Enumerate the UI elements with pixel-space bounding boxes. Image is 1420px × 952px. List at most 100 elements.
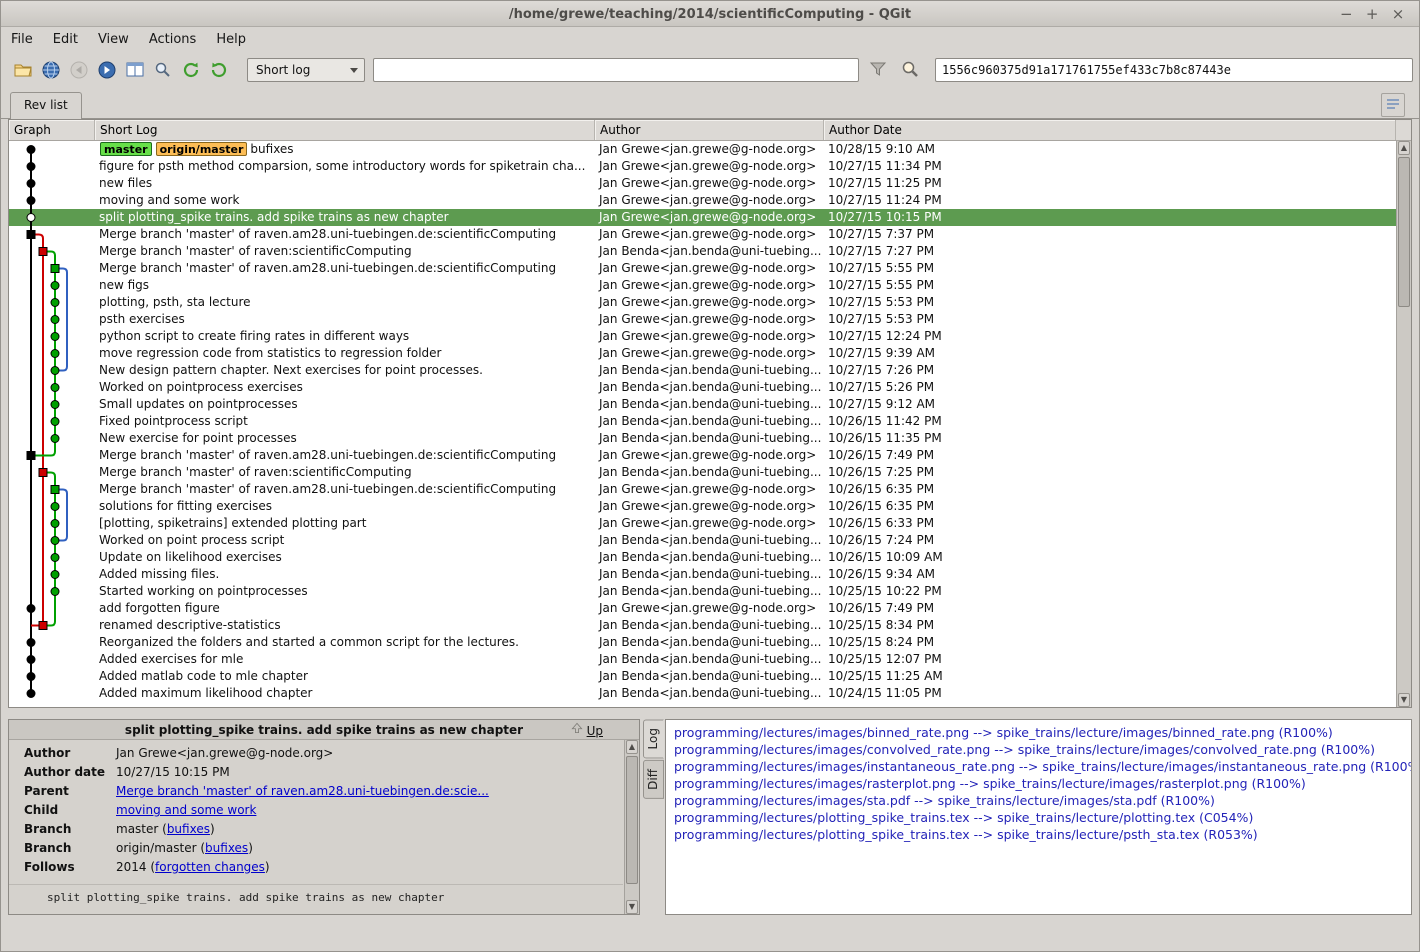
commit-author: Jan Benda<jan.benda@uni-tuebing...: [595, 566, 824, 583]
commit-row[interactable]: Added exercises for mleJan Benda<jan.ben…: [9, 651, 1396, 668]
menu-edit[interactable]: Edit: [43, 28, 88, 51]
commit-row[interactable]: plotting, psth, sta lectureJan Grewe<jan…: [9, 294, 1396, 311]
menu-view[interactable]: View: [88, 28, 139, 51]
column-header-author[interactable]: Author: [595, 120, 824, 140]
commit-row[interactable]: New exercise for point processesJan Bend…: [9, 430, 1396, 447]
rev-list-scrollbar[interactable]: ▲ ▼: [1396, 141, 1411, 707]
commit-row[interactable]: Merge branch 'master' of raven.am28.uni-…: [9, 260, 1396, 277]
graph-cell: [9, 192, 95, 209]
file-rename-line[interactable]: programming/lectures/images/rasterplot.p…: [666, 775, 1411, 792]
maximize-button[interactable]: +: [1361, 1, 1383, 27]
menu-file[interactable]: File: [1, 28, 43, 51]
column-header-graph[interactable]: Graph: [9, 120, 95, 140]
commit-row[interactable]: Added matlab code to mle chapterJan Bend…: [9, 668, 1396, 685]
up-button[interactable]: Up: [570, 721, 603, 741]
graph-cell: [9, 515, 95, 532]
commit-row[interactable]: python script to create firing rates in …: [9, 328, 1396, 345]
commit-subject: psth exercises: [95, 311, 595, 328]
commit-subject: Added maximum likelihood chapter: [95, 685, 595, 702]
close-button[interactable]: ×: [1387, 1, 1409, 27]
menu-actions[interactable]: Actions: [139, 28, 207, 51]
scroll-up-icon[interactable]: ▲: [626, 740, 638, 754]
graph-cell: [9, 600, 95, 617]
filter-toggle-button[interactable]: [865, 57, 891, 83]
commit-row[interactable]: Merge branch 'master' of raven:scientifi…: [9, 464, 1396, 481]
graph-cell: [9, 430, 95, 447]
highlight-search-button[interactable]: [897, 57, 923, 83]
commit-row[interactable]: renamed descriptive-statisticsJan Benda<…: [9, 617, 1396, 634]
newer-revisions-button[interactable]: [93, 56, 121, 84]
commit-row[interactable]: Update on likelihood exercisesJan Benda<…: [9, 549, 1396, 566]
branch-link[interactable]: bufixes: [167, 822, 210, 836]
vtab-log[interactable]: Log: [643, 719, 664, 758]
scrollbar-thumb[interactable]: [1398, 157, 1410, 307]
commit-row[interactable]: Merge branch 'master' of raven.am28.uni-…: [9, 481, 1396, 498]
refresh-button[interactable]: [177, 56, 205, 84]
commit-row[interactable]: Small updates on pointprocessesJan Benda…: [9, 396, 1396, 413]
graph-cell: [9, 379, 95, 396]
web-browse-button[interactable]: [37, 56, 65, 84]
commit-row[interactable]: Fixed pointprocess scriptJan Benda<jan.b…: [9, 413, 1396, 430]
follows-link[interactable]: forgotten changes: [155, 860, 265, 874]
commit-subject: Worked on point process script: [95, 532, 595, 549]
commit-author: Jan Grewe<jan.grewe@g-node.org>: [595, 481, 824, 498]
commit-row[interactable]: Merge branch 'master' of raven.am28.uni-…: [9, 447, 1396, 464]
lens-button[interactable]: [149, 56, 177, 84]
reload-button[interactable]: [205, 56, 233, 84]
up-button-label[interactable]: Up: [587, 721, 603, 741]
file-rename-line[interactable]: programming/lectures/images/binned_rate.…: [666, 724, 1411, 741]
commit-row[interactable]: moving and some workJan Grewe<jan.grewe@…: [9, 192, 1396, 209]
commit-row[interactable]: Merge branch 'master' of raven.am28.uni-…: [9, 226, 1396, 243]
commit-author: Jan Grewe<jan.grewe@g-node.org>: [595, 175, 824, 192]
file-rename-line[interactable]: programming/lectures/images/instantaneou…: [666, 758, 1411, 775]
commit-row[interactable]: solutions for fitting exercisesJan Grewe…: [9, 498, 1396, 515]
toggle-view-button[interactable]: [121, 56, 149, 84]
commit-row[interactable]: masterorigin/masterbufixesJan Grewe<jan.…: [9, 141, 1396, 158]
commit-row[interactable]: figure for psth method comparsion, some …: [9, 158, 1396, 175]
minimize-button[interactable]: −: [1335, 1, 1357, 27]
branch-link[interactable]: bufixes: [205, 841, 248, 855]
commit-row[interactable]: new figsJan Grewe<jan.grewe@g-node.org>1…: [9, 277, 1396, 294]
commit-details-header: split plotting_spike trains. add spike t…: [9, 720, 639, 740]
scrollbar-thumb[interactable]: [626, 756, 638, 884]
older-revisions-button[interactable]: [65, 56, 93, 84]
commit-row[interactable]: Worked on point process scriptJan Benda<…: [9, 532, 1396, 549]
commit-row[interactable]: New design pattern chapter. Next exercis…: [9, 362, 1396, 379]
list-options-button[interactable]: [1381, 93, 1405, 117]
commit-row[interactable]: Worked on pointprocess exercisesJan Bend…: [9, 379, 1396, 396]
commit-row[interactable]: new filesJan Grewe<jan.grewe@g-node.org>…: [9, 175, 1396, 192]
vtab-diff[interactable]: Diff: [643, 760, 664, 799]
file-rename-line[interactable]: programming/lectures/images/sta.pdf --> …: [666, 792, 1411, 809]
open-repository-button[interactable]: [9, 56, 37, 84]
sha-input[interactable]: [935, 58, 1413, 82]
commit-row[interactable]: Reorganized the folders and started a co…: [9, 634, 1396, 651]
detail-value: Jan Grewe<jan.grewe@g-node.org>: [116, 746, 333, 760]
commit-row[interactable]: Merge branch 'master' of raven:scientifi…: [9, 243, 1396, 260]
column-header-short-log[interactable]: Short Log: [95, 120, 595, 140]
commit-row[interactable]: psth exercisesJan Grewe<jan.grewe@g-node…: [9, 311, 1396, 328]
commit-row[interactable]: Started working on pointprocessesJan Ben…: [9, 583, 1396, 600]
parent-link[interactable]: Merge branch 'master' of raven.am28.uni-…: [116, 784, 489, 798]
scroll-up-icon[interactable]: ▲: [1398, 141, 1410, 155]
file-rename-line[interactable]: programming/lectures/images/convolved_ra…: [666, 741, 1411, 758]
log-view-value: Short log: [256, 63, 310, 77]
menu-help[interactable]: Help: [206, 28, 256, 51]
filter-input[interactable]: [373, 58, 859, 82]
scroll-down-icon[interactable]: ▼: [1398, 693, 1410, 707]
log-view-select[interactable]: Short log: [247, 58, 365, 82]
file-rename-line[interactable]: programming/lectures/plotting_spike_trai…: [666, 809, 1411, 826]
commit-row[interactable]: Added missing files.Jan Benda<jan.benda@…: [9, 566, 1396, 583]
scroll-down-icon[interactable]: ▼: [626, 900, 638, 914]
tab-rev-list[interactable]: Rev list: [10, 92, 82, 119]
window-titlebar[interactable]: /home/grewe/teaching/2014/scientificComp…: [1, 1, 1419, 27]
file-rename-line[interactable]: programming/lectures/plotting_spike_trai…: [666, 826, 1411, 843]
commit-row[interactable]: [plotting, spiketrains] extended plottin…: [9, 515, 1396, 532]
commit-row[interactable]: split plotting_spike trains. add spike t…: [9, 209, 1396, 226]
child-link[interactable]: moving and some work: [116, 803, 256, 817]
commit-row[interactable]: Added maximum likelihood chapterJan Bend…: [9, 685, 1396, 702]
commit-row[interactable]: add forgotten figureJan Grewe<jan.grewe@…: [9, 600, 1396, 617]
commit-row[interactable]: move regression code from statistics to …: [9, 345, 1396, 362]
details-scrollbar[interactable]: ▲ ▼: [624, 740, 639, 914]
column-header-author-date[interactable]: Author Date: [824, 120, 1396, 140]
detail-value: 10/27/15 10:15 PM: [116, 765, 230, 779]
